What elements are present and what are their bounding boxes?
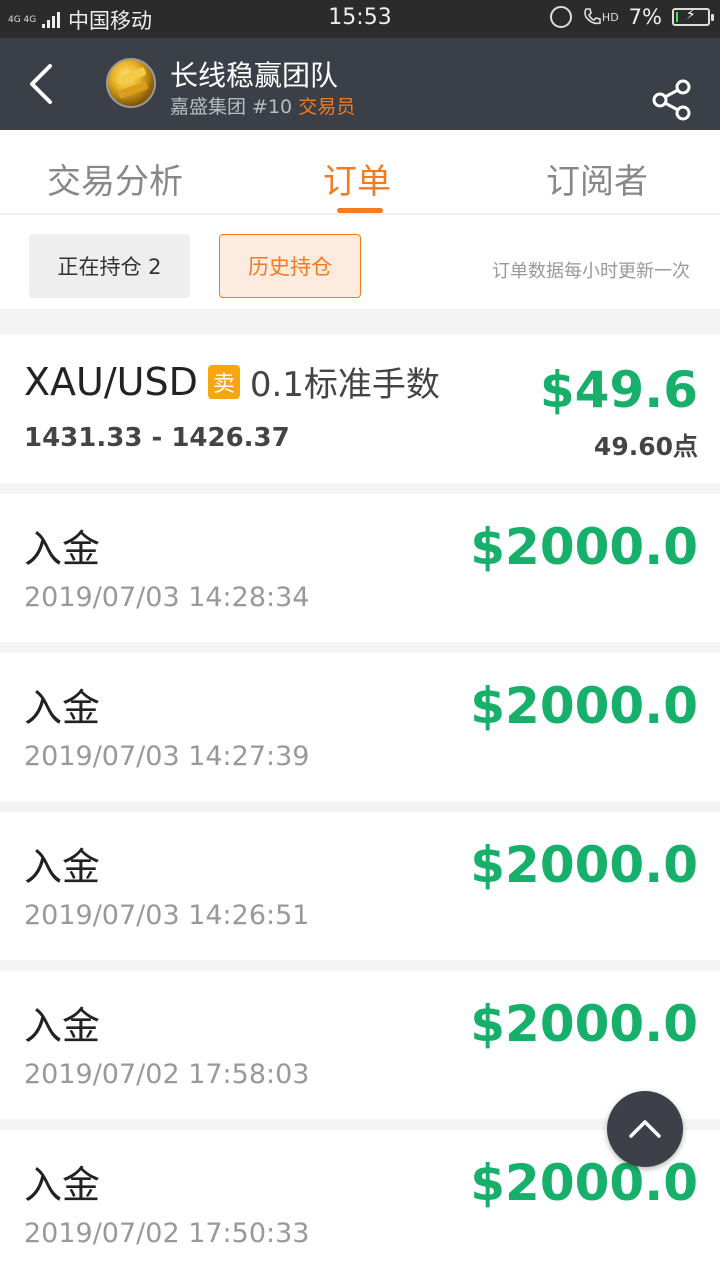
- position-title: XAU/USD 卖 0.1标准手数: [24, 357, 440, 406]
- open-positions-button[interactable]: 正在持仓 2: [29, 234, 190, 298]
- alarm-icon: [549, 6, 572, 28]
- deposit-title: 入金: [24, 686, 101, 730]
- deposit-time: 2019/07/03 14:27:39: [24, 741, 310, 772]
- share-icon[interactable]: [650, 78, 694, 122]
- list-item[interactable]: 入金 2019/07/02 17:58:03 $2000.0: [0, 971, 720, 1119]
- deposit-title: 入金: [24, 1004, 101, 1048]
- team-subtitle: 嘉盛集团 #10 交易员: [170, 92, 355, 119]
- list-item[interactable]: 入金 2019/07/02 17:50:33 $2000.0: [0, 1130, 720, 1280]
- deposit-amount: $2000.0: [470, 677, 698, 735]
- hd-label: HD: [601, 10, 619, 24]
- position-profit: $49.6: [539, 361, 698, 419]
- position-points: 49.60点: [593, 432, 698, 461]
- tab-analysis[interactable]: 交易分析: [47, 154, 183, 203]
- deposit-time: 2019/07/03 14:26:51: [24, 900, 310, 931]
- filter-bar: 正在持仓 2 历史持仓 订单数据每小时更新一次: [0, 215, 720, 310]
- history-positions-button[interactable]: 历史持仓: [219, 234, 361, 298]
- status-bar: 4G 4G 中国移动 15:53 HD 7% ⚡: [0, 0, 720, 38]
- team-name: 长线稳赢团队: [170, 59, 339, 92]
- app-header: 长线稳赢团队 嘉盛集团 #10 交易员: [0, 38, 720, 130]
- deposit-time: 2019/07/03 14:28:34: [24, 582, 310, 613]
- status-right: HD 7% ⚡: [549, 5, 714, 29]
- tab-subscribers[interactable]: 订阅者: [546, 154, 648, 203]
- deposit-amount: $2000.0: [470, 836, 698, 894]
- battery-icon: ⚡: [672, 7, 714, 26]
- list-item[interactable]: 入金 2019/07/03 14:26:51 $2000.0: [0, 812, 720, 960]
- deposit-title: 入金: [24, 845, 101, 889]
- team-role: 交易员: [298, 96, 356, 118]
- position-lots: 0.1标准手数: [249, 365, 440, 405]
- position-card[interactable]: XAU/USD 卖 0.1标准手数 1431.33 - 1426.37 $49.…: [0, 335, 720, 483]
- battery-fill: [676, 12, 678, 22]
- update-note: 订单数据每小时更新一次: [492, 261, 690, 282]
- position-price-range: 1431.33 - 1426.37: [24, 423, 290, 453]
- deposit-title: 入金: [24, 1163, 101, 1207]
- chevron-up-icon: [629, 1120, 661, 1138]
- scroll-to-top-button[interactable]: [607, 1091, 683, 1167]
- team-group: 嘉盛集团 #10: [170, 96, 293, 118]
- deposit-time: 2019/07/02 17:50:33: [24, 1218, 310, 1249]
- active-tab-indicator: [337, 208, 383, 213]
- tab-bar: 交易分析 订单 订阅者: [0, 130, 720, 214]
- deposit-time: 2019/07/02 17:58:03: [24, 1059, 310, 1090]
- deposit-amount: $2000.0: [470, 518, 698, 576]
- battery-percent: 7%: [628, 5, 662, 29]
- list-item[interactable]: 入金 2019/07/03 14:28:34 $2000.0: [0, 494, 720, 642]
- back-icon[interactable]: [22, 60, 62, 108]
- list-item[interactable]: 入金 2019/07/03 14:27:39 $2000.0: [0, 653, 720, 801]
- deposit-amount: $2000.0: [470, 995, 698, 1053]
- charging-icon: ⚡: [686, 7, 696, 23]
- deposit-amount: $2000.0: [470, 1154, 698, 1212]
- team-avatar[interactable]: [106, 58, 156, 108]
- position-symbol: XAU/USD: [24, 359, 198, 404]
- sell-badge: 卖: [207, 364, 240, 399]
- hd-call-icon: HD: [582, 7, 619, 27]
- deposit-title: 入金: [24, 527, 101, 571]
- tab-orders[interactable]: 订单: [323, 154, 391, 203]
